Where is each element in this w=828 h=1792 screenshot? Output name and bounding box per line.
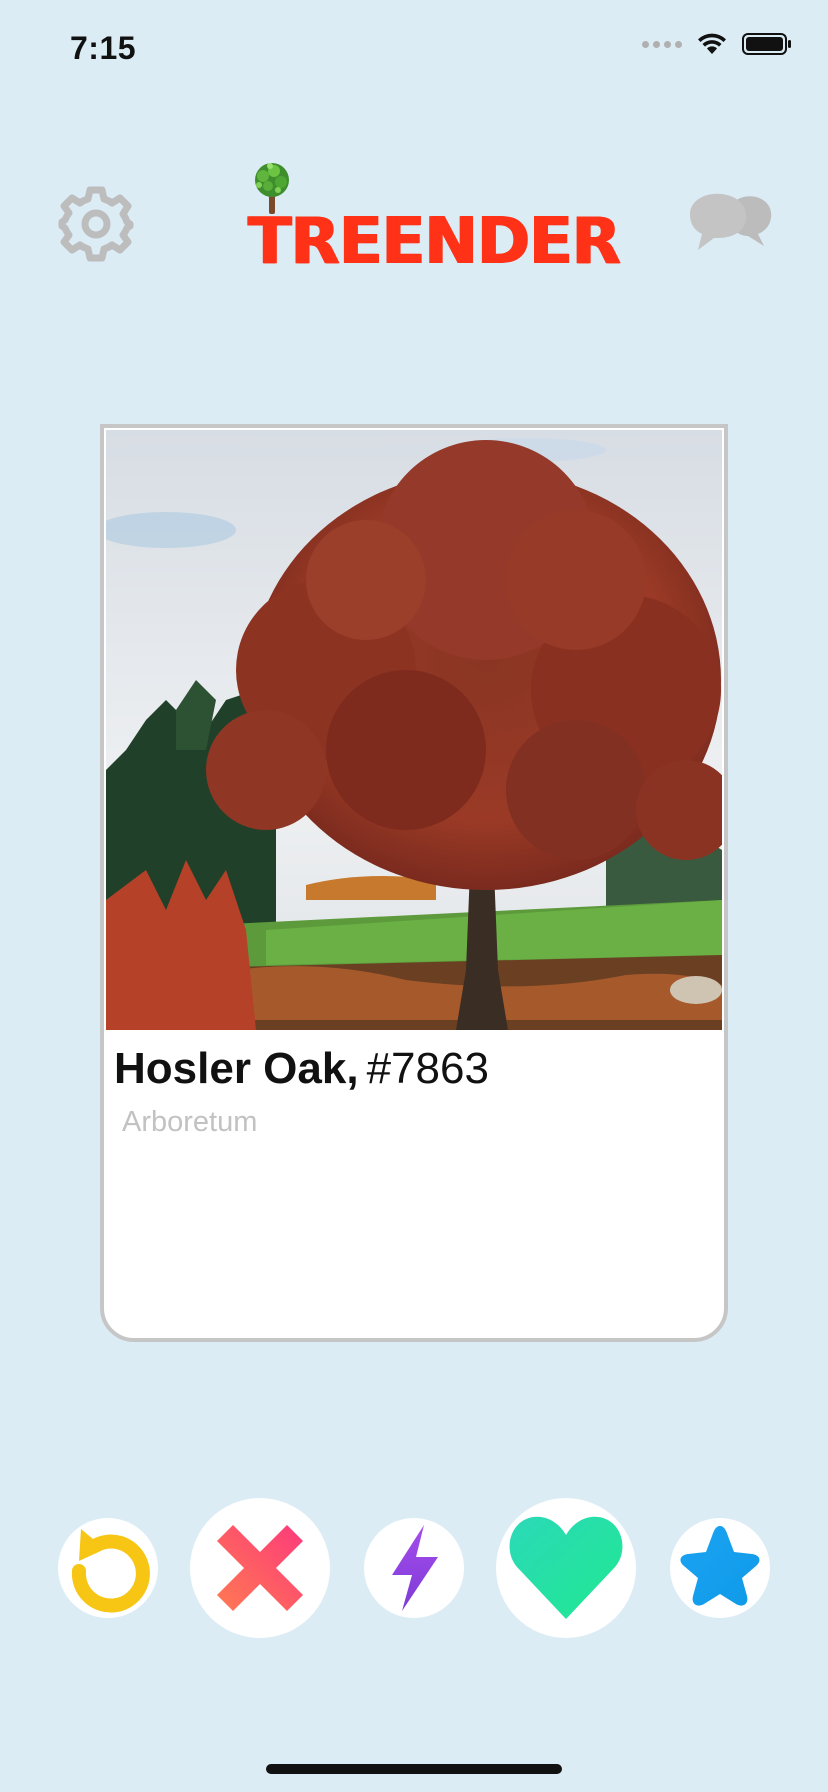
tree-location: Arboretum bbox=[122, 1106, 258, 1138]
status-bar: 7:15 bbox=[0, 0, 828, 100]
nope-button[interactable] bbox=[190, 1498, 330, 1638]
nope-x-icon bbox=[217, 1525, 303, 1611]
cellular-signal-icon bbox=[642, 40, 682, 48]
super-like-button[interactable] bbox=[670, 1518, 770, 1618]
rewind-icon bbox=[71, 1529, 150, 1613]
boost-button[interactable] bbox=[364, 1518, 464, 1618]
status-time: 7:15 bbox=[70, 30, 137, 66]
tree-profile-card[interactable]: Hosler Oak, #7863 Arboretum bbox=[100, 424, 728, 1342]
rewind-button[interactable] bbox=[58, 1518, 158, 1618]
battery-icon bbox=[742, 33, 791, 55]
home-indicator[interactable] bbox=[266, 1764, 562, 1774]
boost-lightning-icon bbox=[392, 1525, 438, 1611]
tree-name: Hosler Oak, bbox=[114, 1044, 359, 1093]
gear-icon bbox=[58, 186, 134, 262]
super-like-star-icon bbox=[680, 1526, 760, 1606]
app-title: TREENDER bbox=[248, 205, 621, 279]
action-bar bbox=[0, 1496, 828, 1638]
like-heart-icon bbox=[509, 1516, 623, 1619]
chat-bubbles-icon bbox=[690, 193, 772, 250]
like-button[interactable] bbox=[496, 1498, 636, 1638]
tree-photo bbox=[106, 430, 722, 1030]
status-indicators bbox=[642, 32, 792, 56]
app-header: TREENDER bbox=[0, 150, 828, 290]
settings-button[interactable] bbox=[56, 184, 136, 264]
tree-number: #7863 bbox=[366, 1044, 489, 1093]
wifi-icon bbox=[698, 33, 726, 54]
card-title-row: Hosler Oak, #7863 bbox=[114, 1044, 489, 1094]
messages-button[interactable] bbox=[686, 186, 774, 266]
app-logo: TREENDER bbox=[246, 160, 621, 285]
